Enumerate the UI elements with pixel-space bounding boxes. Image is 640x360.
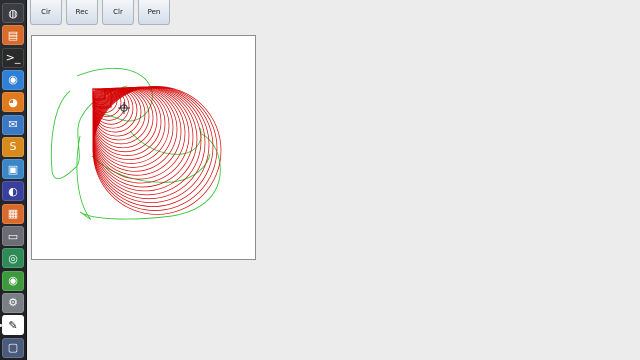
rectangle-tool-button[interactable]: Rec — [66, 0, 98, 25]
dash-home-icon[interactable]: ◍ — [2, 3, 24, 23]
clear-button[interactable]: Clr — [102, 0, 134, 25]
chrome-icon[interactable]: ◉ — [2, 270, 24, 291]
paint-app-icon[interactable]: ✎ — [2, 315, 24, 336]
drawn-circle — [92, 87, 158, 153]
disk-utility-icon[interactable]: ⚙ — [2, 292, 24, 313]
sublime-text-icon[interactable]: S — [2, 136, 24, 157]
package-manager-icon[interactable]: ▦ — [2, 203, 24, 224]
eclipse-icon[interactable]: ◐ — [2, 181, 24, 202]
thunderbird-icon[interactable]: ✉ — [2, 114, 24, 135]
terminal-icon[interactable]: >_ — [2, 47, 24, 68]
pen-tool-button[interactable]: Pen — [138, 0, 170, 25]
chromium-icon[interactable]: ◉ — [2, 69, 24, 90]
circle-tool-button[interactable]: Cir — [30, 0, 62, 25]
system-monitor-icon[interactable]: ◎ — [2, 248, 24, 269]
workspace-switcher-icon[interactable]: ▢ — [2, 337, 24, 358]
firefox-icon[interactable]: ◕ — [2, 92, 24, 113]
files-icon[interactable]: ▤ — [2, 25, 24, 46]
app-launcher: ◍ ▤ >_ ◉ ◕ ✉ S ▣ ◐ ▦ ▭ ◎ ◉ ⚙ ✎ ▢ — [0, 0, 27, 360]
virtualbox-icon[interactable]: ▣ — [2, 159, 24, 180]
drawing-canvas[interactable] — [31, 35, 256, 260]
window-manager-icon[interactable]: ▭ — [2, 226, 24, 246]
